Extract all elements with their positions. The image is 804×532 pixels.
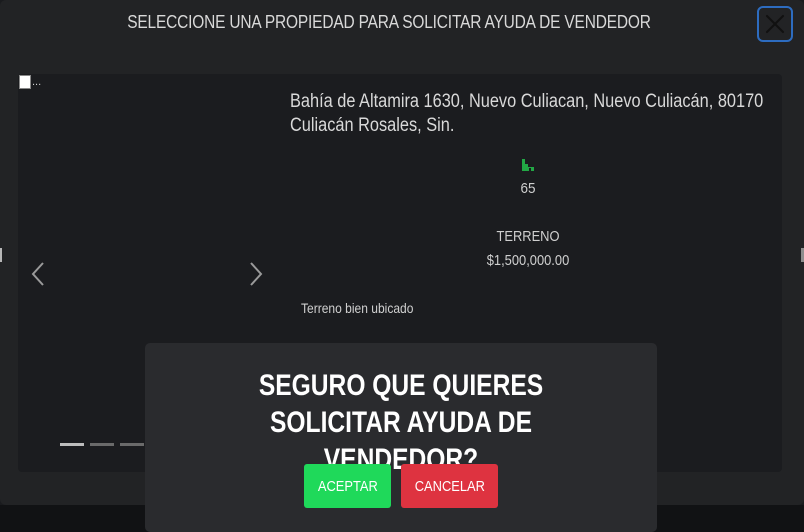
property-image: ... <box>19 75 41 89</box>
cancel-button-label: CANCELAR <box>414 477 485 495</box>
property-price: $1,500,000.00 <box>486 252 570 269</box>
close-button[interactable] <box>757 6 793 42</box>
confirm-dialog: SEGURO QUE QUIERES SOLICITAR AYUDA DE VE… <box>145 343 657 532</box>
property-size: 65 <box>520 180 536 197</box>
carousel-indicators <box>60 443 144 446</box>
address-line-2: Culiacán Rosales, Sin. <box>290 115 455 136</box>
area-icon <box>522 159 534 171</box>
background-edge-marker <box>0 248 2 262</box>
modal-title: SELECCIONE UNA PROPIEDAD PARA SOLICITAR … <box>127 12 651 32</box>
image-alt-text: ... <box>32 76 42 88</box>
chevron-right-icon <box>250 262 263 286</box>
carousel-indicator[interactable] <box>60 443 84 446</box>
property-description: Terreno bien ubicado <box>301 300 414 316</box>
property-address: Bahía de Altamira 1630, Nuevo Culiacan, … <box>290 90 772 138</box>
accept-button[interactable]: ACEPTAR <box>304 464 391 508</box>
address-line-1: Bahía de Altamira 1630, Nuevo Culiacan, … <box>290 91 764 112</box>
close-icon <box>765 14 785 34</box>
broken-image-icon <box>19 75 31 89</box>
carousel-next-button[interactable] <box>245 261 265 287</box>
accept-button-label: ACEPTAR <box>317 477 378 495</box>
confirm-question: SEGURO QUE QUIERES SOLICITAR AYUDA DE VE… <box>258 369 544 476</box>
chevron-left-icon <box>31 262 44 286</box>
cancel-button[interactable]: CANCELAR <box>401 464 498 508</box>
property-type: TERRENO <box>496 228 560 245</box>
carousel-indicator[interactable] <box>120 443 144 446</box>
carousel-indicator[interactable] <box>90 443 114 446</box>
carousel-prev-button[interactable] <box>29 261 49 287</box>
